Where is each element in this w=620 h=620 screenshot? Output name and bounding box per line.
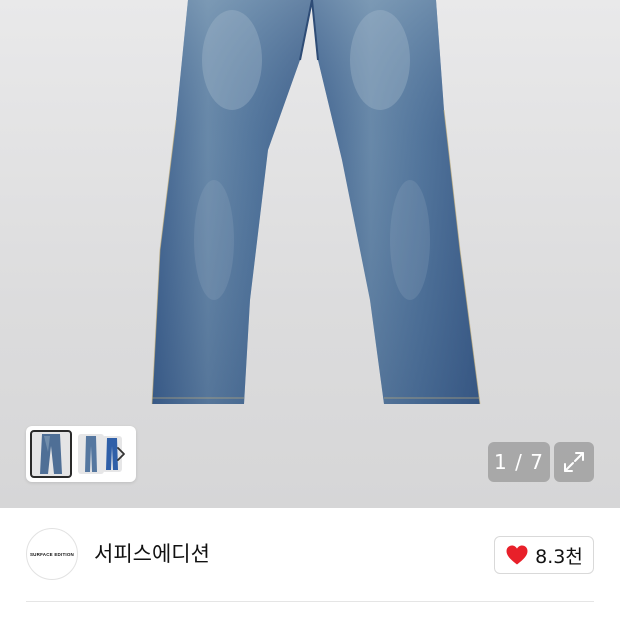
thumbnail-jeans-side[interactable] [78, 434, 104, 474]
shop-name[interactable]: 서피스에디션 [94, 538, 210, 570]
thumbnail-image [85, 436, 97, 472]
heart-icon [506, 545, 528, 565]
expand-icon [564, 452, 584, 472]
like-button[interactable]: 8.3천 [494, 536, 594, 574]
chevron-right-icon[interactable] [114, 444, 128, 464]
shop-logo-text: SURFACE EDITION [29, 551, 74, 557]
product-image-gallery[interactable]: 1 / 7 [0, 0, 620, 508]
like-count: 8.3천 [535, 545, 583, 568]
expand-button[interactable] [554, 442, 594, 482]
shop-info-row: SURFACE EDITION 서피스에디션 8.3천 [0, 508, 620, 600]
image-counter: 1 / 7 [488, 442, 550, 482]
thumbnail-jeans-front[interactable] [30, 430, 72, 478]
thumbnail-strip[interactable] [26, 426, 136, 482]
shop-logo[interactable]: SURFACE EDITION [26, 528, 78, 580]
thumbnail-image [40, 434, 62, 474]
divider [26, 601, 594, 602]
